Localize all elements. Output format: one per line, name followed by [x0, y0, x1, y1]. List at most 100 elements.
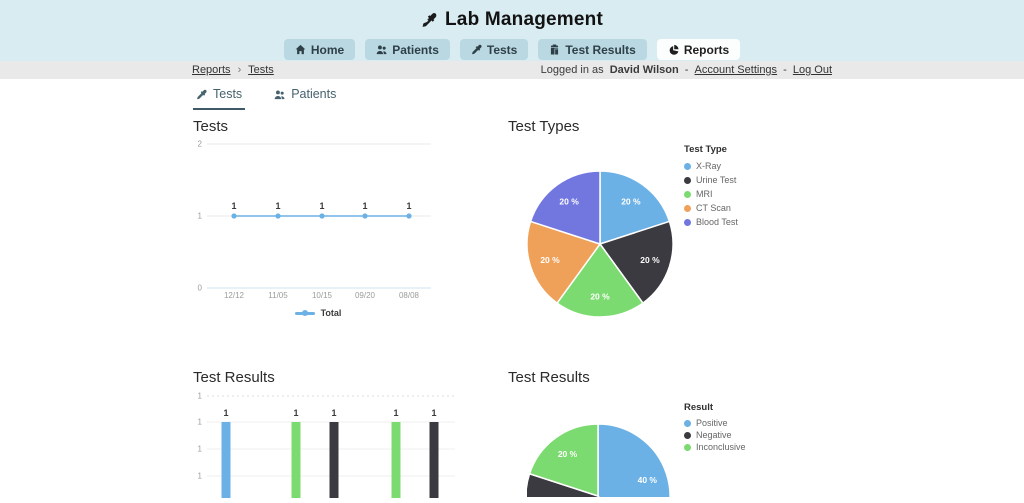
nav-tab-test-results[interactable]: Test Results	[538, 39, 646, 60]
subtab-label: Tests	[213, 87, 242, 101]
nav-tab-label: Reports	[684, 43, 729, 57]
legend-line-marker	[295, 312, 315, 315]
legend-swatch	[684, 205, 691, 212]
svg-text:20 %: 20 %	[590, 292, 610, 302]
breadcrumb-link-tests[interactable]: Tests	[248, 64, 274, 76]
pie-chart-icon	[668, 44, 679, 55]
test-results-bar-chart: 111111111	[193, 389, 455, 498]
logged-in-prefix: Logged in as	[541, 64, 604, 76]
app-title-row: Lab Management	[0, 0, 1024, 31]
legend-item: Inconclusive	[684, 441, 746, 453]
user-name: David Wilson	[610, 64, 679, 76]
nav-tab-label: Tests	[487, 43, 517, 57]
separator: -	[783, 64, 787, 76]
svg-text:1: 1	[198, 472, 203, 481]
legend-label: MRI	[696, 189, 713, 199]
svg-text:1: 1	[231, 201, 236, 211]
tests-line-chart: 210112/12111/05110/15109/20108/08	[193, 138, 443, 300]
svg-text:1: 1	[362, 201, 367, 211]
legend-item: Urine Test	[684, 173, 738, 187]
report-subtabs: Tests Patients	[193, 87, 339, 110]
legend-label: X-Ray	[696, 161, 721, 171]
legend-item: MRI	[684, 187, 738, 201]
legend-item: Blood Test	[684, 215, 738, 229]
legend-label: CT Scan	[696, 203, 731, 213]
nav-tab-patients[interactable]: Patients	[365, 39, 450, 60]
legend-item: CT Scan	[684, 201, 738, 215]
test-results-legend: Result Positive NegativeInconclusive	[684, 402, 746, 453]
logout-link[interactable]: Log Out	[793, 64, 832, 76]
legend-label: Blood Test	[696, 217, 738, 227]
main-content: Tests Patients Tests 210112/12111/05110/…	[192, 79, 832, 497]
tests-line-chart-block: Tests 210112/12111/05110/15109/20108/08 …	[193, 118, 455, 318]
legend-label: Positive	[696, 418, 728, 428]
app-header: Lab Management Home Patients Tests Test …	[0, 0, 1024, 61]
svg-text:20 %: 20 %	[640, 255, 660, 265]
svg-text:0: 0	[198, 284, 203, 293]
svg-text:1: 1	[406, 201, 411, 211]
svg-text:12/12: 12/12	[224, 291, 245, 300]
breadcrumb-separator: ›	[238, 64, 242, 76]
legend-swatch	[684, 219, 691, 226]
account-settings-link[interactable]: Account Settings	[695, 64, 778, 76]
test-types-pie-chart: 20 %20 %20 %20 %20 %	[520, 164, 680, 324]
separator: -	[685, 64, 689, 76]
users-icon	[376, 44, 387, 55]
svg-text:08/08: 08/08	[399, 291, 420, 300]
nav-tab-reports[interactable]: Reports	[657, 39, 740, 60]
svg-text:1: 1	[393, 408, 398, 418]
subtab-tests[interactable]: Tests	[193, 87, 245, 110]
user-bar: Logged in as David Wilson - Account Sett…	[538, 64, 832, 76]
test-results-bar-block: Test Results 111111111	[193, 369, 455, 503]
svg-text:1: 1	[198, 212, 203, 221]
users-icon	[274, 89, 285, 100]
subtab-patients[interactable]: Patients	[271, 87, 339, 110]
legend-label: Negative	[696, 430, 732, 440]
legend-swatch	[684, 432, 691, 439]
home-icon	[295, 44, 306, 55]
page-title: Lab Management	[445, 9, 603, 31]
svg-text:1: 1	[431, 408, 436, 418]
nav-tab-label: Home	[311, 43, 344, 57]
main-nav: Home Patients Tests Test Results Reports	[0, 39, 1024, 60]
svg-text:1: 1	[331, 408, 336, 418]
legend-swatch	[684, 444, 691, 451]
chart-title: Test Results	[193, 369, 455, 385]
chart-title: Tests	[193, 118, 455, 134]
svg-text:09/20: 09/20	[355, 291, 376, 300]
line-chart-legend: Total	[193, 308, 443, 318]
breadcrumb-link-reports[interactable]: Reports	[192, 64, 231, 76]
test-results-pie-block: Test Results 40 %40 %20 % ResultPositive…	[508, 369, 832, 497]
nav-tab-label: Patients	[392, 43, 439, 57]
svg-text:20 %: 20 %	[558, 449, 578, 459]
legend-swatch	[684, 191, 691, 198]
eyedropper-icon	[196, 89, 207, 100]
svg-text:1: 1	[293, 408, 298, 418]
legend-title: Result	[684, 402, 746, 413]
test-types-pie-block: Test Types 20 %20 %20 %20 %20 % Test Typ…	[508, 118, 832, 348]
nav-tab-label: Test Results	[565, 43, 635, 57]
meta-bar: Reports › Tests Logged in as David Wilso…	[0, 61, 1024, 79]
legend-label: Total	[321, 308, 342, 318]
svg-text:1: 1	[319, 201, 324, 211]
nav-tab-home[interactable]: Home	[284, 39, 355, 60]
eyedropper-icon	[471, 44, 482, 55]
legend-item: Negative	[684, 429, 746, 441]
nav-tab-tests[interactable]: Tests	[460, 39, 528, 60]
chart-title: Test Types	[508, 118, 832, 134]
svg-text:20 %: 20 %	[621, 196, 641, 206]
svg-text:11/05: 11/05	[268, 291, 288, 300]
svg-text:20 %: 20 %	[559, 196, 579, 206]
legend-item: X-Ray	[684, 159, 738, 173]
test-results-pie-chart: 40 %40 %20 %	[527, 423, 673, 497]
svg-text:1: 1	[198, 445, 203, 454]
svg-text:1: 1	[223, 408, 228, 418]
legend-label: Urine Test	[696, 175, 736, 185]
test-types-legend: Test TypeX-RayUrine TestMRICT ScanBlood …	[684, 144, 738, 229]
breadcrumb: Reports › Tests	[192, 64, 274, 76]
legend-item: Positive	[684, 417, 746, 429]
svg-text:1: 1	[198, 418, 203, 427]
svg-text:10/15: 10/15	[312, 291, 333, 300]
legend-swatch	[684, 163, 691, 170]
svg-text:1: 1	[275, 201, 280, 211]
